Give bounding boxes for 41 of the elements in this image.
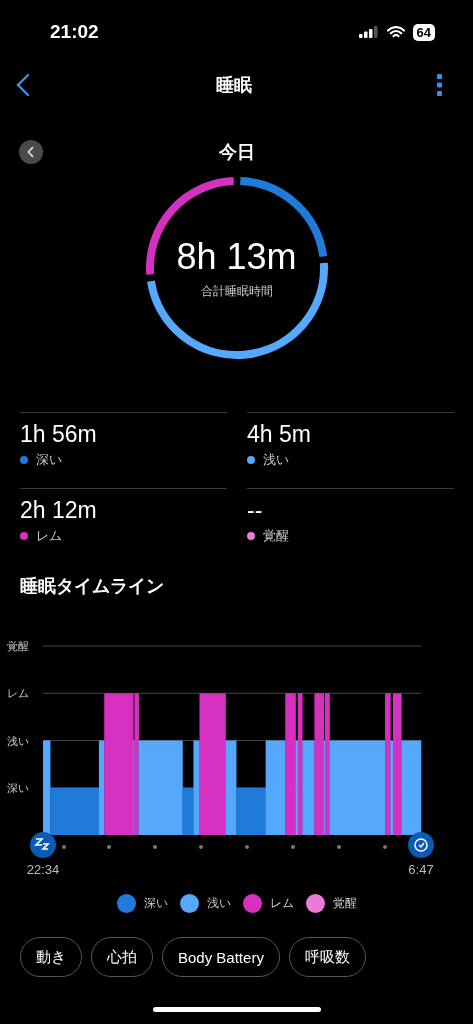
- stage-label: 浅い: [263, 451, 289, 469]
- stat-value: --: [247, 496, 264, 525]
- total-sleep-caption: 合計睡眠時間: [200, 282, 273, 300]
- tick-dot: [383, 845, 387, 849]
- tick-dot: [199, 845, 203, 849]
- more-icon[interactable]: [437, 74, 443, 96]
- time-label: 6:47: [408, 862, 434, 877]
- stage-label: 深い: [36, 451, 62, 469]
- back-icon[interactable]: [16, 73, 30, 97]
- date-label: 今日: [218, 141, 255, 164]
- signal-icon: [358, 26, 379, 38]
- chevron-left-icon: [27, 146, 35, 158]
- wifi-icon: [386, 25, 405, 39]
- tick-dot: [62, 845, 66, 849]
- tick-dot: [245, 845, 249, 849]
- legend-label: 浅い: [206, 894, 231, 912]
- status-time: 21:02: [50, 21, 99, 43]
- stage-label: 覚醒: [263, 527, 289, 545]
- stage-label: レム: [36, 527, 62, 545]
- total-sleep-value: 8h 13m: [176, 236, 297, 277]
- tick-dot: [107, 845, 111, 849]
- stat-value: 4h 5m: [247, 420, 312, 449]
- time-label: 22:34: [26, 862, 60, 877]
- tick-dot: [337, 845, 341, 849]
- stat-value: 1h 56m: [20, 420, 98, 449]
- battery-indicator: 64: [412, 23, 435, 41]
- previous-day-button[interactable]: [19, 140, 43, 164]
- legend-label: 覚醒: [332, 894, 357, 912]
- axis-label: 深い: [7, 781, 29, 794]
- tick-dot: [153, 845, 157, 849]
- tick-dot: [291, 845, 295, 849]
- alarm-clock-icon: [408, 832, 434, 858]
- stat-value: 2h 12m: [20, 496, 98, 525]
- axis-label: 浅い: [7, 734, 29, 747]
- screen-title: 睡眠: [215, 74, 252, 97]
- axis-label: レム: [7, 687, 29, 700]
- legend-label: 深い: [143, 894, 168, 912]
- legend-label: レム: [269, 894, 294, 912]
- axis-label: 覚醒: [7, 640, 29, 652]
- sleep-start-icon: [30, 832, 56, 858]
- section-title: 睡眠タイムライン: [19, 575, 165, 598]
